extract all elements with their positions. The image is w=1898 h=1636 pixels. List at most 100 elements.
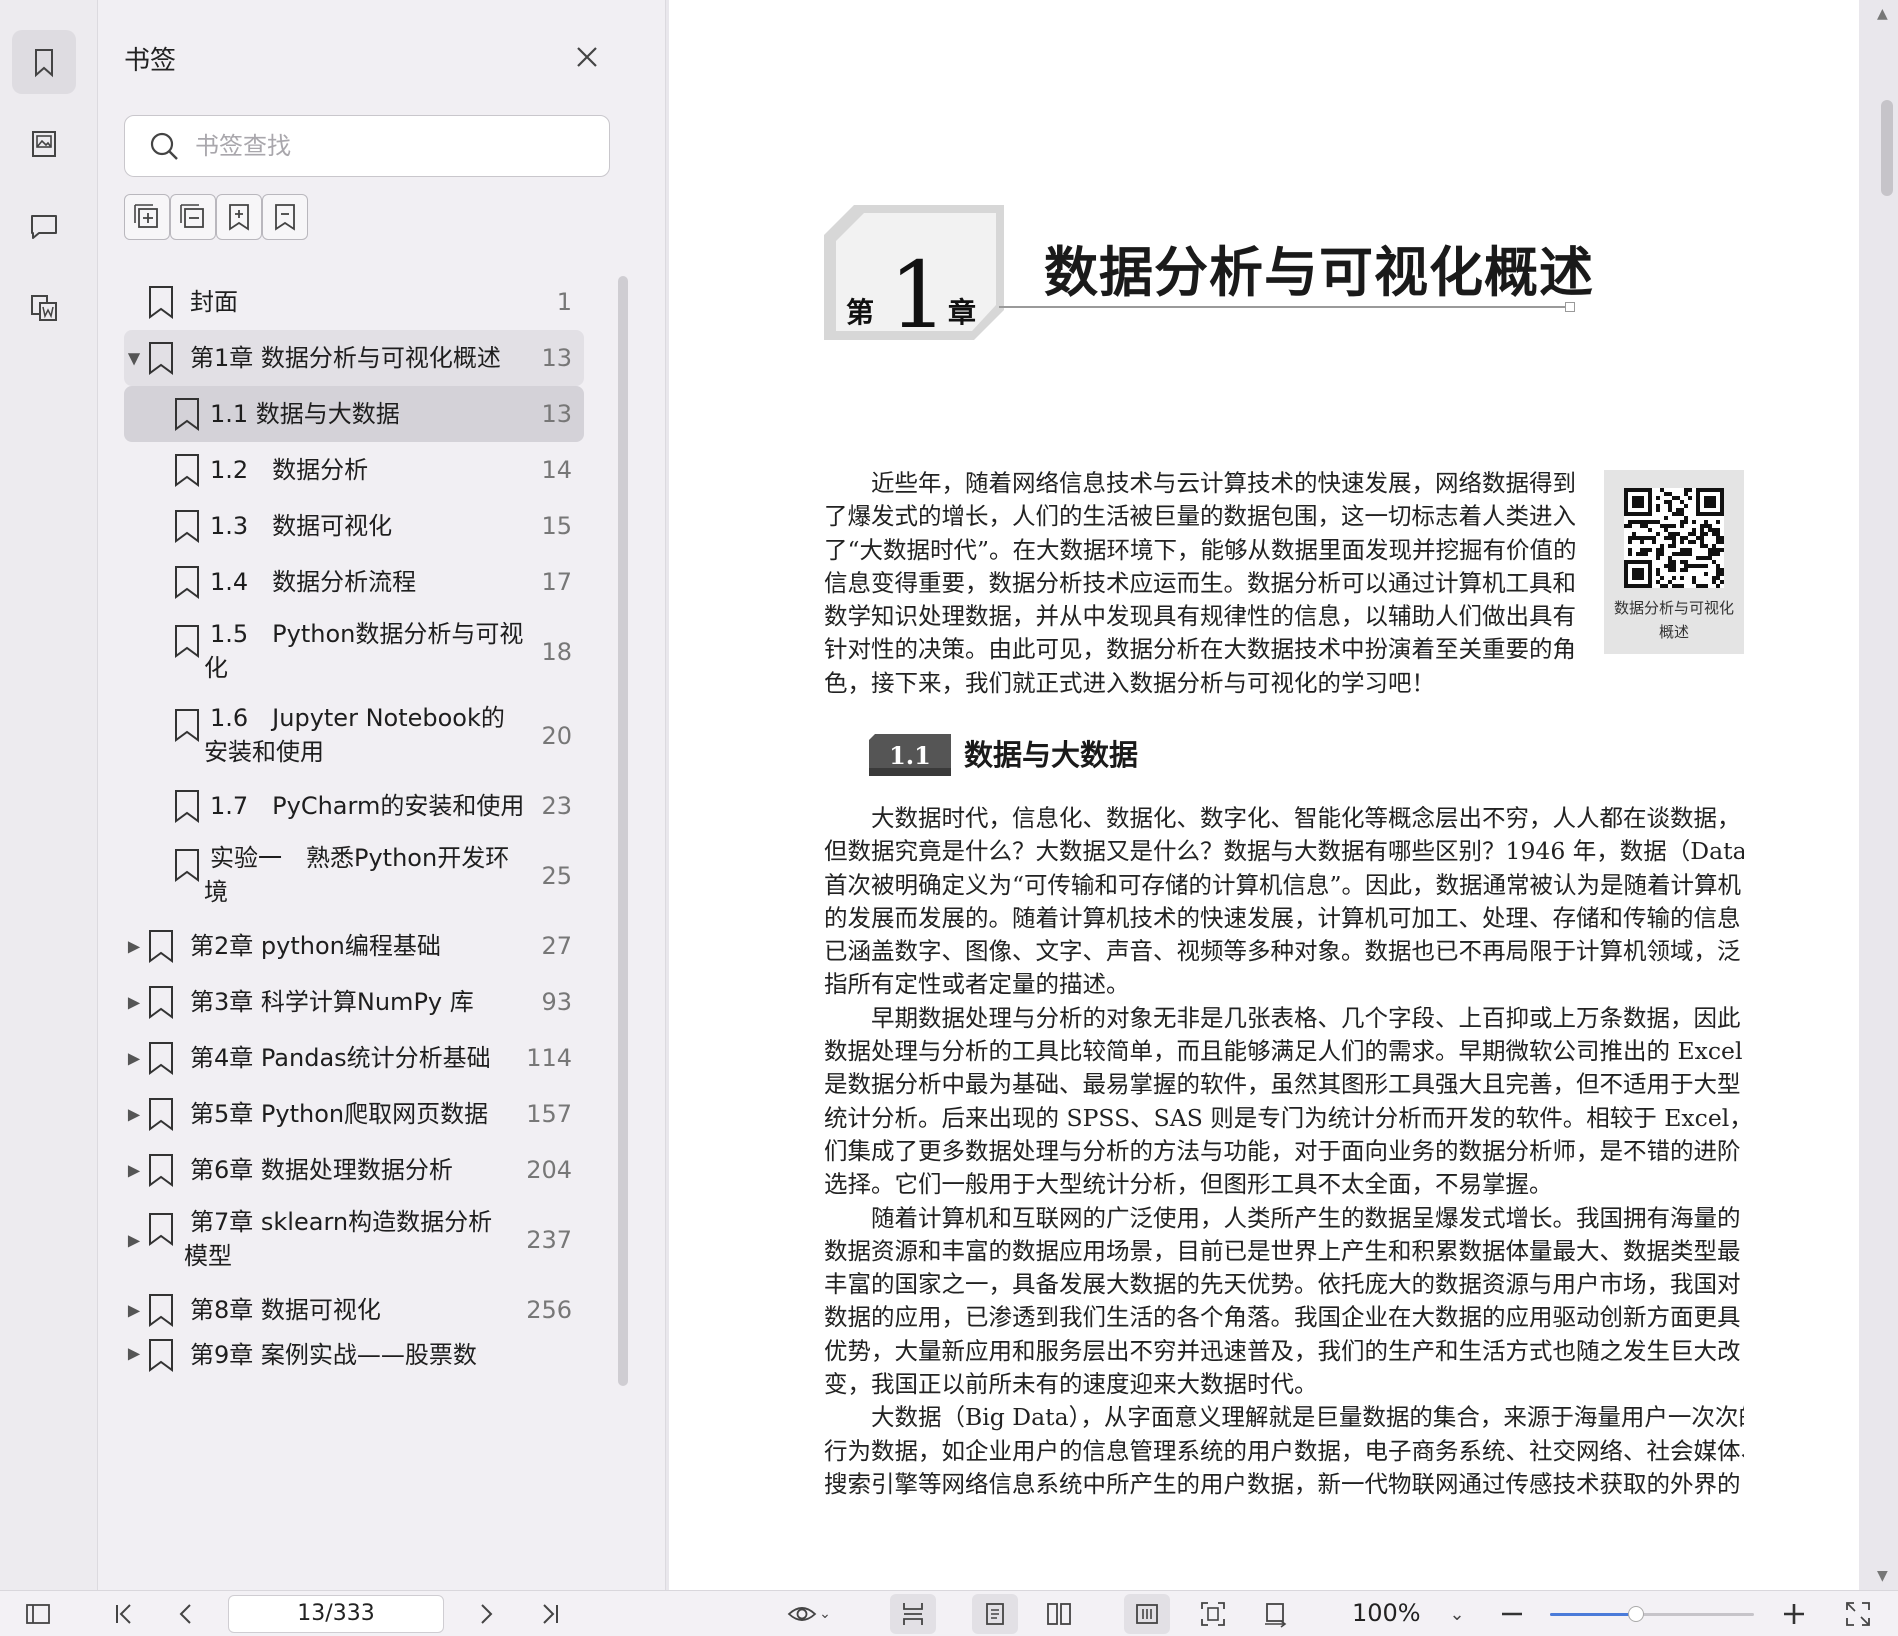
document-word-icon [31, 295, 57, 321]
collapse-all-button[interactable] [170, 194, 216, 240]
comments-tab-button[interactable] [12, 194, 76, 258]
bookmark-item[interactable]: ▼ 第1章 数据分析与可视化概述 13 [124, 330, 584, 386]
bookmark-label: 第1章 数据分析与可视化概述 [190, 341, 501, 375]
previous-page-button[interactable] [166, 1591, 206, 1636]
toggle-sidebar-button[interactable] [18, 1591, 58, 1636]
bookmark-item[interactable]: ▶ 第4章 Pandas统计分析基础 114 [124, 1030, 584, 1086]
bookmark-item[interactable]: ▶ 第9章 案例实战——股票数 [124, 1338, 584, 1372]
bookmark-tree: 封面 1 ▼ 第1章 数据分析与可视化概述 13 1.1 数据与大数据 13 1.2 数据分析… [124, 274, 584, 1372]
fit-width-icon [903, 1603, 923, 1625]
chevron-down-icon: ⌄ [1449, 1603, 1465, 1625]
caret-right-icon[interactable]: ▶ [126, 1161, 142, 1180]
read-mode-button[interactable]: ⌄ [778, 1591, 840, 1636]
zoom-dropdown-button[interactable]: ⌄ [1442, 1591, 1472, 1636]
bookmark-item[interactable]: 1.1 数据与大数据 13 [124, 386, 584, 442]
plus-icon [1784, 1604, 1804, 1624]
bookmark-label: 1.4 数据分析流程 [210, 565, 416, 599]
bookmark-icon [148, 1293, 174, 1327]
attachments-tab-button[interactable] [12, 276, 76, 340]
bookmark-search-box[interactable] [124, 115, 610, 177]
continuous-scroll-button[interactable] [1124, 1594, 1170, 1634]
fullscreen-button[interactable] [1838, 1591, 1878, 1636]
body-line: 数据的应用，已渗透到我们生活的各个角落。我国企业在大数据的应用驱动创新方面更具 [824, 1303, 1741, 1332]
zoom-out-button[interactable] [1492, 1591, 1532, 1636]
scroll-down-arrow[interactable]: ▼ [1877, 1568, 1888, 1584]
first-page-button[interactable] [104, 1591, 144, 1636]
body-line: 选择。它们一般用于大型统计分析，但图形工具不太全面，不易掌握。 [824, 1170, 1553, 1199]
page-number-input[interactable]: 13/333 [228, 1595, 444, 1633]
zoom-level[interactable]: 100% [1352, 1599, 1421, 1627]
zoom-slider[interactable] [1550, 1606, 1754, 1622]
bookmark-item[interactable]: 封面 1 [124, 274, 584, 330]
section-title: 数据与大数据 [964, 738, 1139, 772]
document-scrollbar-thumb[interactable] [1881, 100, 1893, 196]
caret-right-icon[interactable]: ▶ [126, 1049, 142, 1068]
bookmark-label-line: 实验一 熟悉Python开发环 [210, 844, 510, 872]
bookmark-page-number: 20 [541, 722, 572, 750]
zoom-slider-thumb[interactable] [1627, 1606, 1644, 1622]
bookmark-item[interactable]: 实验一 熟悉Python开发环境 25 [124, 834, 584, 918]
expand-all-button[interactable] [124, 194, 170, 240]
caret-right-icon[interactable]: ▶ [126, 993, 142, 1012]
bookmarks-tab-button[interactable] [12, 30, 76, 94]
bookmark-label-line: 第3章 科学计算NumPy 库 [190, 988, 474, 1016]
body-line: 早期数据处理与分析的对象无非是几张表格、几个字段、上百抑或上万条数据，因此 [871, 1003, 1741, 1032]
scroll-up-arrow[interactable]: ▲ [1877, 6, 1888, 22]
intro-line: 近些年，随着网络信息技术与云计算技术的快速发展，网络数据得到 [871, 469, 1576, 497]
intro-line: 了“大数据时代”。在大数据环境下，能够从数据里面发现并挖掘有价值的 [824, 535, 1577, 564]
bookmark-item[interactable]: ▶ 第8章 数据可视化 256 [124, 1282, 584, 1338]
thumbnails-tab-button[interactable] [12, 112, 76, 176]
remove-bookmark-button[interactable] [262, 194, 308, 240]
bookmark-item[interactable]: ▶ 第3章 科学计算NumPy 库 93 [124, 974, 584, 1030]
caret-right-icon[interactable]: ▶ [126, 1344, 142, 1363]
bookmark-label: 1.3 数据可视化 [210, 509, 392, 543]
bookmark-label-line: 第6章 数据处理数据分析 [190, 1156, 453, 1184]
bookmark-item[interactable]: 1.2 数据分析 14 [124, 442, 584, 498]
body-line: 首次被明确定义为“可传输和可存储的计算机信息”。因此，数据通常被认为是随着计算机 [824, 870, 1742, 899]
add-bookmark-button[interactable] [216, 194, 262, 240]
bookmark-label: 实验一 熟悉Python开发环境 [204, 841, 510, 909]
caret-right-icon[interactable]: ▶ [126, 1301, 142, 1320]
bookmark-page-number: 14 [541, 456, 572, 484]
intro-line: 信息变得重要，数据分析技术应运而生。数据分析可以通过计算机工具和 [824, 568, 1576, 597]
close-panel-button[interactable] [570, 40, 604, 74]
caret-down-icon[interactable]: ▼ [126, 349, 142, 368]
bookmark-label-line: 1.4 数据分析流程 [210, 568, 417, 596]
rotate-page-button[interactable] [1252, 1591, 1298, 1636]
bookmark-item[interactable]: 1.4 数据分析流程 17 [124, 554, 584, 610]
bookmark-item[interactable]: ▶ 第6章 数据处理数据分析 204 [124, 1142, 584, 1198]
bookmark-item[interactable]: 1.5 Python数据分析与可视化 18 [124, 610, 584, 694]
bookmark-search-input[interactable] [195, 132, 595, 160]
two-page-button[interactable] [1036, 1591, 1082, 1636]
body-line: 变，我国正以前所未有的速度迎来大数据时代。 [824, 1370, 1318, 1399]
bookmark-item[interactable]: 1.6 Jupyter Notebook的 安装和使用 20 [124, 694, 584, 778]
bookmark-label: 第3章 科学计算NumPy 库 [190, 985, 474, 1019]
bookmark-item[interactable]: 1.7 PyCharm的安装和使用 23 [124, 778, 584, 834]
remove-bookmark-icon [275, 204, 295, 231]
bookmark-item[interactable]: ▶ 第7章 sklearn构造数据分析 模型 237 [124, 1198, 584, 1282]
panel-scrollbar[interactable] [618, 276, 628, 1386]
single-page-button[interactable] [972, 1594, 1018, 1634]
bookmark-item[interactable]: ▶ 第2章 python编程基础 27 [124, 918, 584, 974]
fit-page-button[interactable] [1190, 1591, 1236, 1636]
zoom-in-button[interactable] [1774, 1591, 1814, 1636]
chevron-down-icon: ⌄ [819, 1606, 831, 1622]
fullscreen-icon [1846, 1602, 1870, 1626]
bookmark-item[interactable]: ▶ 第5章 Python爬取网页数据 157 [124, 1086, 584, 1142]
bookmark-label-line: 第2章 python编程基础 [190, 932, 441, 960]
chapter-rule-end [1565, 302, 1575, 312]
intro-line: 了爆发式的增长，人们的生活被巨量的数据包围，这一切标志着人类进入 [824, 502, 1576, 531]
bookmark-label-line: 1.1 数据与大数据 [210, 400, 400, 428]
bookmark-label-line: 第1章 数据分析与可视化概述 [190, 344, 501, 372]
bookmark-label-line: 第8章 数据可视化 [190, 1296, 381, 1324]
caret-right-icon[interactable]: ▶ [126, 1231, 142, 1250]
fit-width-button[interactable] [890, 1594, 936, 1634]
next-page-button[interactable] [466, 1591, 506, 1636]
caret-right-icon[interactable]: ▶ [126, 1105, 142, 1124]
intro-line: 数学知识处理数据，并从中发现具有规律性的信息，以辅助人们做出具有 [824, 602, 1576, 631]
bookmark-page-number: 17 [541, 568, 572, 596]
last-page-button[interactable] [530, 1591, 570, 1636]
caret-right-icon[interactable]: ▶ [126, 937, 142, 956]
eye-icon [787, 1607, 817, 1621]
bookmark-item[interactable]: 1.3 数据可视化 15 [124, 498, 584, 554]
